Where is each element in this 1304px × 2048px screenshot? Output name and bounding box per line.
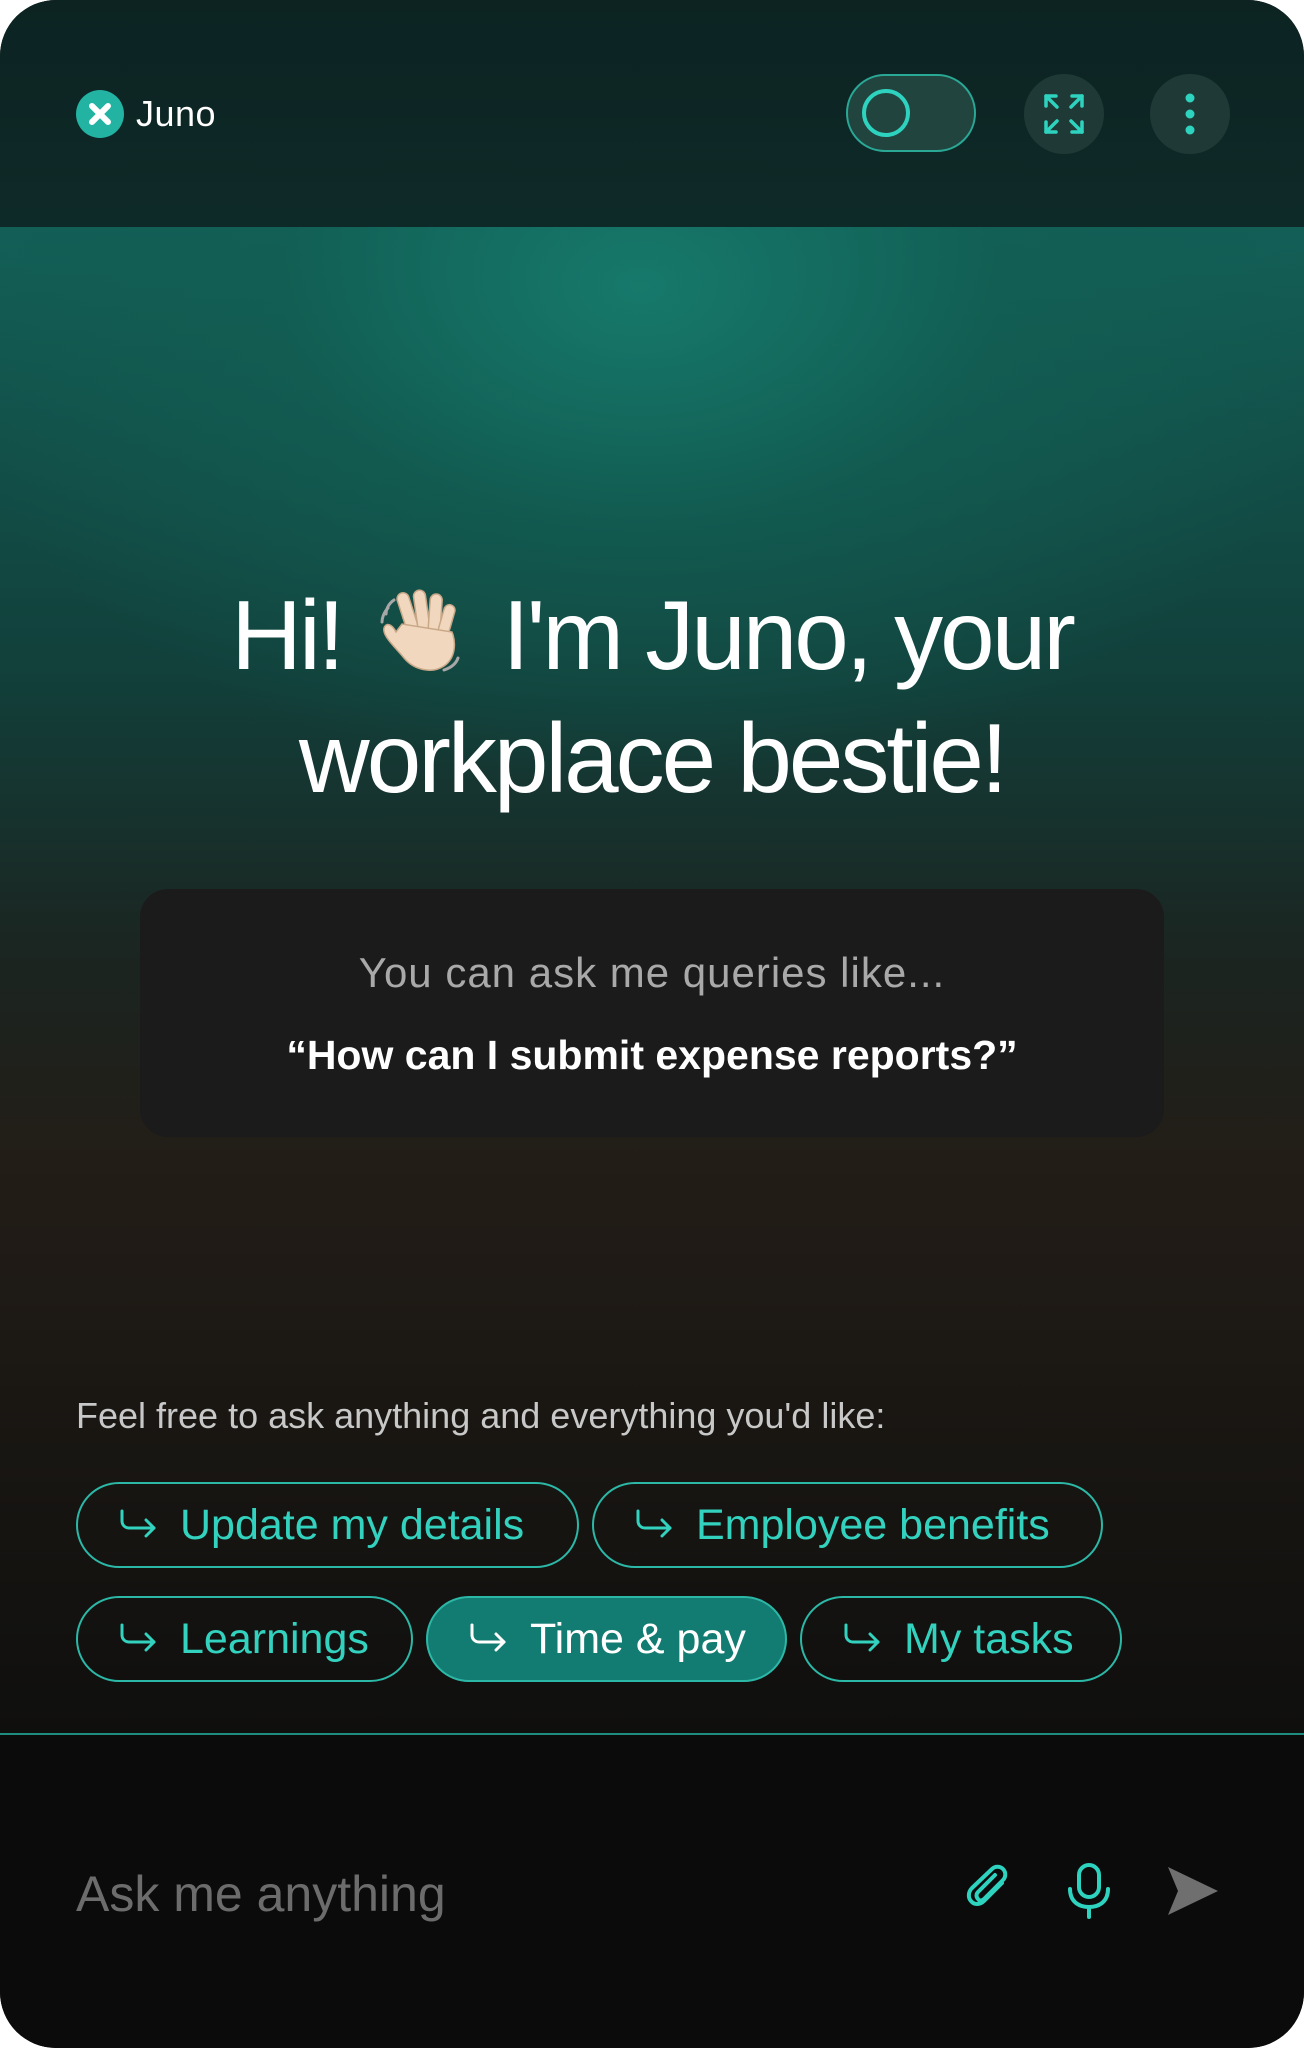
attach-button[interactable] xyxy=(958,1859,1022,1923)
message-input[interactable] xyxy=(76,1859,876,1929)
greeting-tagline: workplace bestie! xyxy=(298,703,1008,814)
send-icon xyxy=(1168,1867,1218,1915)
paperclip-icon xyxy=(966,1864,1008,1906)
chip-label: My tasks xyxy=(904,1614,1074,1663)
more-options-button[interactable] xyxy=(1150,74,1230,154)
reply-arrow-icon xyxy=(118,1509,158,1541)
mode-toggle[interactable] xyxy=(846,74,976,152)
reply-arrow-icon xyxy=(634,1509,674,1541)
reply-arrow-icon xyxy=(842,1623,882,1655)
suggestions-prompt: Feel free to ask anything and everything… xyxy=(76,1395,886,1436)
top-bar: Juno xyxy=(0,0,1304,227)
chip-learnings[interactable]: Learnings xyxy=(76,1596,413,1682)
reply-arrow-icon xyxy=(468,1623,508,1655)
brand: Juno xyxy=(76,90,216,138)
greeting-hi: Hi! xyxy=(231,580,345,690)
chip-label: Update my details xyxy=(180,1500,525,1549)
example-query-card: You can ask me queries like... “How can … xyxy=(140,889,1164,1137)
welcome-panel: Hi! I'm Juno, your workplace bestie! You… xyxy=(0,227,1304,1733)
query-intro-text: You can ask me queries like... xyxy=(358,949,946,996)
welcome-headline: Hi! I'm Juno, your workplace bestie! xyxy=(0,579,1304,814)
message-composer xyxy=(0,1735,1304,2048)
expand-button[interactable] xyxy=(1024,74,1104,154)
chip-my-tasks[interactable]: My tasks xyxy=(800,1596,1122,1682)
reply-arrow-icon xyxy=(118,1623,158,1655)
app-name: Juno xyxy=(136,93,217,134)
example-query-text: “How can I submit expense reports?” xyxy=(286,1032,1018,1078)
microphone-icon xyxy=(1068,1863,1110,1919)
voice-input-button[interactable] xyxy=(1057,1859,1121,1923)
chip-update-my-details[interactable]: Update my details xyxy=(76,1482,579,1568)
chip-label: Time & pay xyxy=(530,1614,746,1663)
send-button[interactable] xyxy=(1160,1859,1224,1923)
waving-hand-icon xyxy=(374,584,470,702)
chip-label: Employee benefits xyxy=(696,1500,1050,1549)
chip-employee-benefits[interactable]: Employee benefits xyxy=(592,1482,1103,1568)
chip-time-and-pay[interactable]: Time & pay xyxy=(426,1596,787,1682)
more-vertical-icon xyxy=(1185,93,1195,135)
chip-label: Learnings xyxy=(180,1614,369,1663)
juno-logo-icon xyxy=(76,90,124,138)
chat-window: Juno Hi! I'm Juno, your workplace bestie… xyxy=(0,0,1304,2048)
toggle-knob xyxy=(862,89,910,137)
expand-icon xyxy=(1044,94,1084,134)
greeting-intro: I'm Juno, your xyxy=(502,580,1075,690)
